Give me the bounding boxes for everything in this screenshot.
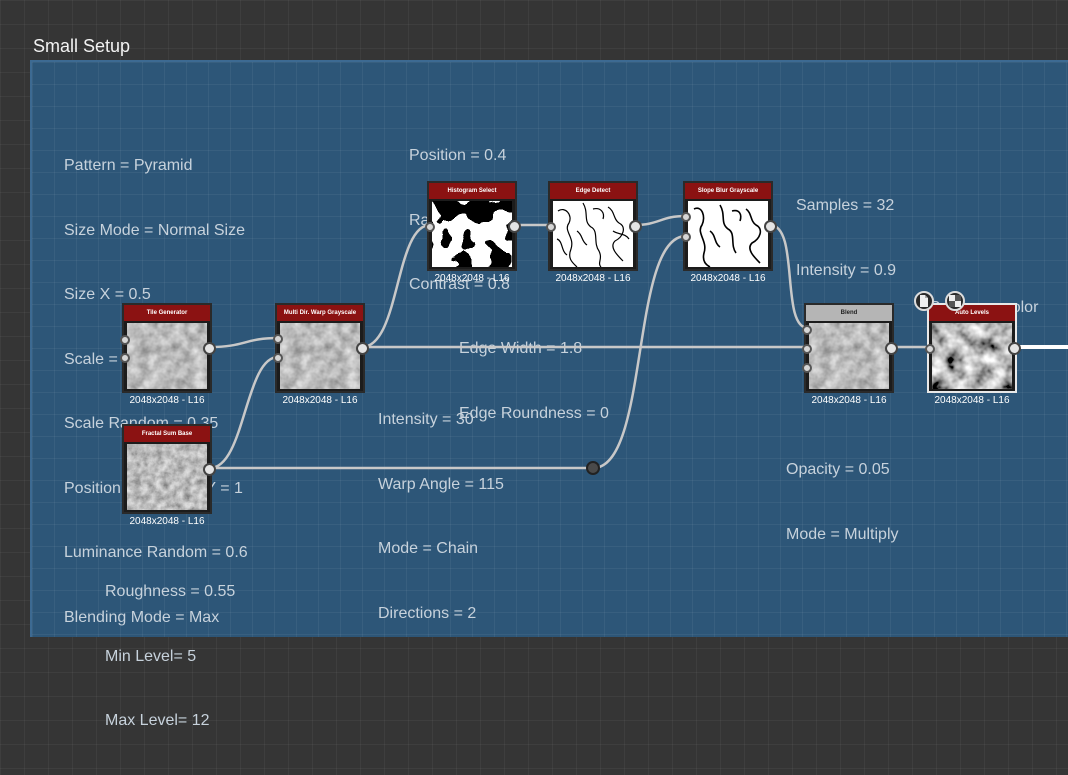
node-blend[interactable]: Blend 2048x2048 - L16 xyxy=(802,303,898,406)
node-fractal-sum-base[interactable]: Fractal Sum Base 2048x2048 - L16 xyxy=(122,424,216,527)
node-resolution: 2048x2048 - L16 xyxy=(690,273,766,284)
node-edge-detect[interactable]: Edge Detect 2048x2048 - L16 xyxy=(546,181,642,284)
output-port[interactable] xyxy=(764,220,777,233)
node-resolution: 2048x2048 - L16 xyxy=(282,395,358,406)
node-resolution: 2048x2048 - L16 xyxy=(434,273,510,284)
input-port[interactable] xyxy=(681,212,691,222)
output-port[interactable] xyxy=(356,342,369,355)
comment-line: Min Level= 5 xyxy=(105,647,197,665)
node-histogram-select[interactable]: Histogram Select 2048x2048 - L16 xyxy=(425,181,521,284)
node-resolution: 2048x2048 - L16 xyxy=(555,273,631,284)
node-title: Edge Detect xyxy=(550,183,636,199)
input-port[interactable] xyxy=(925,344,935,354)
node-resolution: 2048x2048 - L16 xyxy=(129,516,205,527)
wire-fractal-to-warp[interactable] xyxy=(209,355,279,470)
reroute-dot[interactable] xyxy=(586,461,600,475)
node-title: Blend xyxy=(806,305,892,321)
input-port[interactable] xyxy=(425,222,435,232)
node-thumbnail xyxy=(127,323,207,389)
wire-tile-to-warp[interactable] xyxy=(209,336,279,349)
input-port[interactable] xyxy=(273,353,283,363)
input-port[interactable] xyxy=(681,232,691,242)
node-title: Histogram Select xyxy=(429,183,515,199)
node-thumbnail xyxy=(280,323,360,389)
output-port[interactable] xyxy=(629,220,642,233)
wire-warp-to-histogram[interactable] xyxy=(361,223,431,349)
node-slope-blur[interactable]: Slope Blur Grayscale 2048x2048 - L16 xyxy=(681,181,777,284)
node-tile-generator[interactable]: Tile Generator 2048x2048 - L16 xyxy=(120,303,216,406)
output-port[interactable] xyxy=(508,220,521,233)
node-thumbnail xyxy=(932,323,1012,389)
output-port[interactable] xyxy=(203,342,216,355)
node-multi-dir-warp[interactable]: Multi Dir. Warp Grayscale 2048x2048 - L1… xyxy=(273,303,369,406)
node-thumbnail xyxy=(553,201,633,267)
document-icon[interactable] xyxy=(914,291,934,311)
wire-edge-to-slope[interactable] xyxy=(633,214,687,227)
node-auto-levels[interactable]: Auto Levels 2048x2048 - L16 xyxy=(925,303,1021,406)
output-port[interactable] xyxy=(885,342,898,355)
input-port[interactable] xyxy=(273,334,283,344)
node-title: Slope Blur Grayscale xyxy=(685,183,771,199)
comment-line: Max Level= 12 xyxy=(105,712,210,729)
node-thumbnail xyxy=(809,323,889,389)
output-port[interactable] xyxy=(1008,342,1021,355)
node-resolution: 2048x2048 - L16 xyxy=(934,395,1010,406)
input-port[interactable] xyxy=(120,335,130,345)
node-title: Tile Generator xyxy=(124,305,210,321)
input-port[interactable] xyxy=(802,344,812,354)
node-thumbnail xyxy=(127,444,207,510)
node-resolution: 2048x2048 - L16 xyxy=(811,395,887,406)
input-port[interactable] xyxy=(546,222,556,232)
node-thumbnail xyxy=(688,201,768,267)
node-thumbnail xyxy=(432,201,512,267)
node-title: Fractal Sum Base xyxy=(124,426,210,442)
input-port[interactable] xyxy=(802,325,812,335)
output-port[interactable] xyxy=(203,463,216,476)
node-resolution: 2048x2048 - L16 xyxy=(129,395,205,406)
input-port[interactable] xyxy=(802,363,812,373)
node-title: Multi Dir. Warp Grayscale xyxy=(277,305,363,321)
node-title: Auto Levels xyxy=(929,305,1015,321)
output-flag-icon[interactable] xyxy=(945,291,965,311)
input-port[interactable] xyxy=(120,353,130,363)
